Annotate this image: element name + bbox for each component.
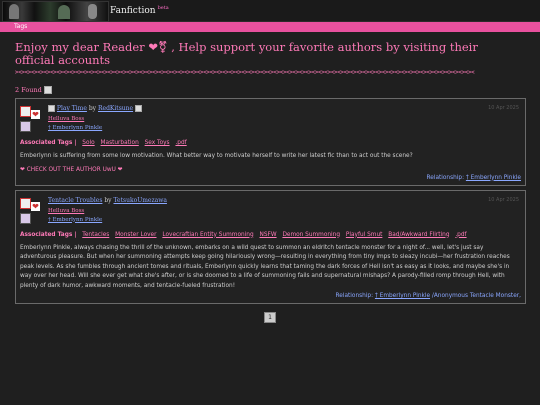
character-avatar (20, 212, 31, 224)
beta-badge: beta (157, 5, 169, 11)
banner-figure (9, 4, 19, 19)
relationship-extra: /Anonymous Tentacle Monster, (431, 293, 521, 299)
author-avatar (20, 106, 31, 117)
by-label: by (104, 196, 112, 204)
relationship-label: Relationship: (335, 293, 374, 299)
tag-link[interactable]: .pdf (175, 140, 186, 146)
story-date: 10 Apr 2025 (488, 105, 519, 111)
story-date: 10 Apr 2025 (488, 196, 519, 203)
site-banner-image[interactable] (2, 1, 109, 22)
banner-figure (58, 5, 70, 19)
decorative-divider: ><><><><><><><><><><><><><><><><><><><><… (15, 70, 475, 76)
tag-link[interactable]: Playful Smut (346, 232, 383, 238)
broken-image-icon (135, 105, 143, 112)
story-title-line: Play Time by RedKitsune (48, 105, 521, 112)
author-link[interactable]: RedKitsune (98, 105, 133, 112)
tag-link[interactable]: Solo (82, 140, 94, 146)
relationship-label: Relationship: (426, 174, 465, 181)
associated-tags: Associated Tags | Tentacles Monster Love… (20, 231, 521, 240)
by-label: by (88, 105, 97, 112)
author-avatar (20, 197, 31, 209)
top-bar: Fanfiction beta (0, 0, 540, 22)
relationship-link[interactable]: † Emberlynn Pinkle (466, 175, 521, 181)
found-label: 2 Found (15, 86, 42, 94)
pagination: 1 (15, 312, 525, 323)
tag-link[interactable]: Demon Summoning (282, 232, 340, 238)
results-count: 2 Found (15, 86, 525, 94)
tag-link[interactable]: Lovecraftian Entity Summoning (162, 232, 253, 238)
story-card: ❤ Play Time by RedKitsune 10 Apr 2025 He… (15, 98, 526, 186)
broken-image-icon (43, 86, 52, 94)
tag-link[interactable]: Monster Lover (115, 232, 156, 238)
story-title-link[interactable]: Tentacle Troubles (48, 197, 102, 204)
fandom-link[interactable]: Helluva Boss (48, 208, 521, 214)
heart-icon: ❤ (31, 110, 40, 119)
tag-link[interactable]: .pdf (455, 232, 466, 238)
brand-label: Fanfiction (110, 6, 156, 16)
story-title-line: Tentacle Troubles by TetsukoUmezawa (48, 197, 521, 204)
page-headline: Enjoy my dear Reader ❤⚧ , Help support y… (15, 40, 478, 67)
fandom-link[interactable]: Helluva Boss (48, 116, 521, 122)
relationship-line: Relationship: † Emberlynn Pinkle /Anonym… (20, 293, 521, 299)
associated-tags: Associated Tags | Solo Masturbation Sex … (20, 139, 521, 148)
story-title-link[interactable]: Play Time (57, 105, 87, 112)
tag-link[interactable]: Masturbation (101, 140, 139, 146)
relationship-line: Relationship: † Emberlynn Pinkle (20, 174, 522, 181)
story-card: ❤ Tentacle Troubles by TetsukoUmezawa 10… (15, 189, 526, 304)
tags-nav-bar: Tags (0, 22, 540, 32)
tag-link[interactable]: Sex Toys (145, 140, 170, 146)
tag-link[interactable]: Bad/Awkward Flirting (388, 232, 449, 238)
story-summary: Emberlynn Pinkle, always chasing the thr… (20, 244, 510, 289)
author-cta-link[interactable]: ❤ CHECK OUT THE AUTHOR UwU ❤ (20, 167, 521, 173)
tag-link[interactable]: NSFW (260, 232, 277, 238)
story-summary: Emberlynn is suffering from some low mot… (20, 153, 413, 159)
broken-image-icon (48, 105, 55, 112)
page-button[interactable]: 1 (264, 312, 276, 323)
banner-figure (88, 4, 97, 19)
tags-label: Associated Tags | (20, 140, 77, 146)
relationship-link[interactable]: † Emberlynn Pinkle (375, 293, 430, 299)
main-content: Enjoy my dear Reader ❤⚧ , Help support y… (0, 41, 540, 323)
heart-icon: ❤ (31, 201, 40, 211)
character-avatar (20, 121, 31, 132)
tag-link[interactable]: Tentacles (82, 232, 109, 238)
story-avatars: ❤ (20, 197, 42, 224)
tags-link[interactable]: Tags (14, 23, 27, 30)
story-avatars: ❤ (20, 106, 42, 132)
character-link[interactable]: † Emberlynn Pinkle (48, 125, 521, 131)
author-link[interactable]: TetsukoUmezawa (114, 197, 167, 204)
tags-label: Associated Tags | (20, 231, 77, 238)
site-brand[interactable]: Fanfiction beta (110, 5, 169, 16)
character-link[interactable]: † Emberlynn Pinkle (48, 217, 521, 223)
